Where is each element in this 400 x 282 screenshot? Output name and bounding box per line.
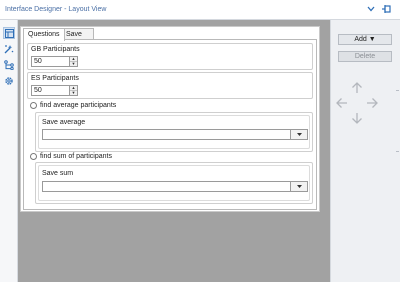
arrow-left-icon[interactable] — [336, 97, 348, 109]
pin-icon[interactable] — [380, 3, 392, 15]
dropdown-arrow-icon[interactable] — [290, 182, 307, 191]
save-average-label: Save average — [42, 119, 86, 126]
average-radio[interactable] — [30, 102, 37, 109]
es-participants-value: 50 — [34, 87, 42, 94]
gb-participants-spinner[interactable]: ▲ ▼ — [69, 57, 77, 66]
tab-content: GB Participants 50 ▲ ▼ ES Participants 5… — [23, 39, 317, 210]
tools-icon[interactable] — [3, 43, 15, 55]
add-button[interactable]: Add ▼ — [338, 34, 392, 45]
es-participants-label: ES Participants — [31, 75, 79, 82]
es-participants-input[interactable]: 50 ▲ ▼ — [31, 85, 78, 96]
es-participants-group: ES Participants 50 ▲ ▼ — [27, 72, 313, 99]
tab-questions[interactable]: Questions — [23, 28, 65, 41]
left-toolbar — [0, 20, 18, 282]
save-average-group: Save average — [38, 115, 310, 149]
gb-participants-input[interactable]: 50 ▲ ▼ — [31, 56, 78, 67]
spin-down-icon[interactable]: ▼ — [70, 90, 77, 94]
arrow-down-icon[interactable] — [351, 112, 363, 124]
sum-options-group: Save sum — [35, 162, 313, 204]
layout-canvas: Questions Save outputs GB Participants 5… — [18, 20, 330, 282]
window-title: Interface Designer - Layout View — [5, 6, 107, 13]
title-bar: Interface Designer - Layout View — [0, 0, 400, 20]
side-panel: Add ▼ Delete — [330, 20, 400, 282]
arrow-up-icon[interactable] — [351, 82, 363, 94]
spin-down-icon[interactable]: ▼ — [70, 61, 77, 65]
save-sum-label: Save sum — [42, 170, 74, 177]
es-participants-spinner[interactable]: ▲ ▼ — [69, 86, 77, 95]
gb-participants-group: GB Participants 50 ▲ ▼ — [27, 43, 313, 70]
gb-participants-label: GB Participants — [31, 46, 80, 53]
save-sum-dropdown[interactable] — [42, 181, 308, 192]
arrow-right-icon[interactable] — [366, 97, 378, 109]
average-radio-label: find average participants — [40, 102, 117, 109]
panel-edge-divider — [396, 151, 399, 152]
gb-participants-value: 50 — [34, 58, 42, 65]
sum-radio-label: find sum of participants — [40, 153, 112, 160]
save-average-dropdown[interactable] — [42, 129, 308, 140]
settings-icon[interactable] — [3, 75, 15, 87]
panel-edge-divider — [396, 90, 399, 91]
dropdown-arrow-icon[interactable] — [290, 130, 307, 139]
average-options-group: Save average — [35, 112, 313, 152]
save-sum-group: Save sum — [38, 165, 310, 201]
layout-view-icon[interactable] — [3, 27, 15, 39]
sum-radio[interactable] — [30, 153, 37, 160]
tree-view-icon[interactable] — [3, 59, 15, 71]
delete-button[interactable]: Delete — [338, 51, 392, 62]
form-preview: Questions Save outputs GB Participants 5… — [20, 26, 320, 212]
chevron-down-icon[interactable] — [365, 3, 377, 15]
